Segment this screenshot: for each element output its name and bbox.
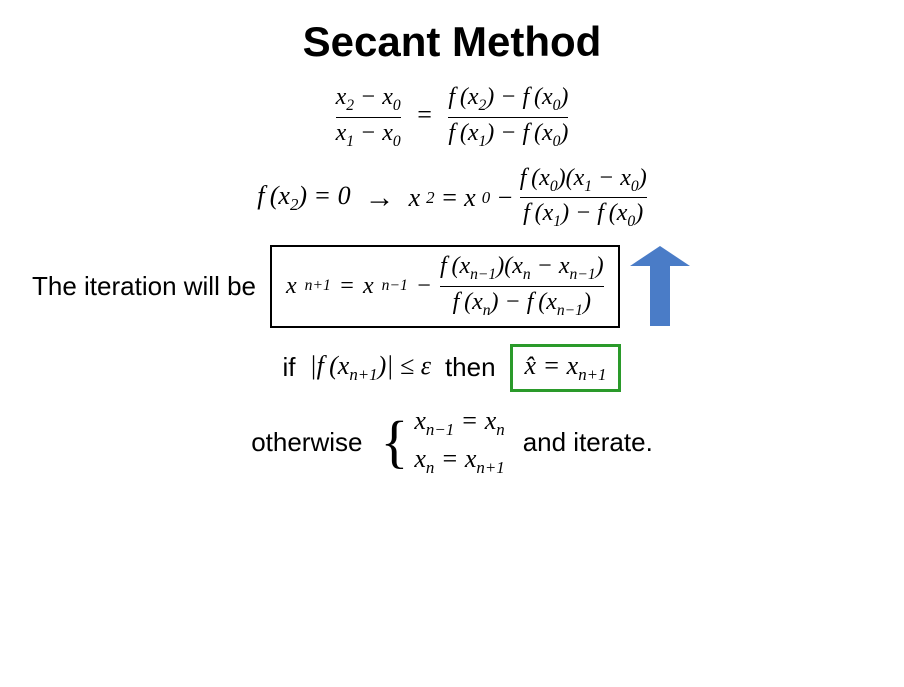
if-keyword: if xyxy=(283,352,296,383)
arrow-symbol: → xyxy=(365,181,395,215)
brace-eq2: xn = xn+1 xyxy=(414,444,504,478)
formula1-row: x2 − x0 x1 − x0 = f (x2) − f (x0) f (x1)… xyxy=(336,84,569,151)
brace-equations: xn−1 = xn xn = xn+1 xyxy=(414,406,504,478)
if-row: if |f (xn+1)| ≤ ε then x̂ = xn+1 xyxy=(283,344,622,392)
formula2-row: f (x2) = 0 → x2 = x0 − f (x0)(x1 − x0) f… xyxy=(257,165,646,232)
brace-icon: { xyxy=(380,413,408,471)
frac1-right: f (x2) − f (x0) f (x1) − f (x0) xyxy=(448,84,568,151)
iteration-formula-box: xn+1 = xn−1 − f (xn−1)(xn − xn−1) f (xn)… xyxy=(270,245,620,328)
otherwise-row: otherwise { xn−1 = xn xn = xn+1 and iter… xyxy=(251,406,653,478)
fx2-equals-0: f (x2) = 0 xyxy=(257,181,350,215)
result-box: x̂ = xn+1 xyxy=(510,344,622,392)
blue-arrow-icon xyxy=(630,246,690,326)
if-condition: |f (xn+1)| ≤ ε xyxy=(310,351,431,385)
otherwise-keyword: otherwise xyxy=(251,427,362,458)
brace-eq1: xn−1 = xn xyxy=(414,406,504,440)
frac1-left: x2 − x0 x1 − x0 xyxy=(336,84,401,151)
page-title: Secant Method xyxy=(303,18,602,66)
x2-formula: x2 = x0 − f (x0)(x1 − x0) f (x1) − f (x0… xyxy=(409,165,647,232)
iteration-frac: f (xn−1)(xn − xn−1) f (xn) − f (xn−1) xyxy=(440,253,604,320)
iteration-label: The iteration will be xyxy=(32,271,256,302)
then-keyword: then xyxy=(445,352,496,383)
brace-system: { xn−1 = xn xn = xn+1 xyxy=(380,406,504,478)
page: Secant Method x2 − x0 x1 − x0 = f (x2) −… xyxy=(0,0,904,687)
formula1: x2 − x0 x1 − x0 = f (x2) − f (x0) f (x1)… xyxy=(336,84,569,151)
iteration-row: The iteration will be xn+1 = xn−1 − f (x… xyxy=(12,245,892,328)
frac2: f (x0)(x1 − x0) f (x1) − f (x0) xyxy=(520,165,647,232)
formula2: f (x2) = 0 → x2 = x0 − f (x0)(x1 − x0) f… xyxy=(257,165,646,232)
and-iterate-label: and iterate. xyxy=(523,427,653,458)
